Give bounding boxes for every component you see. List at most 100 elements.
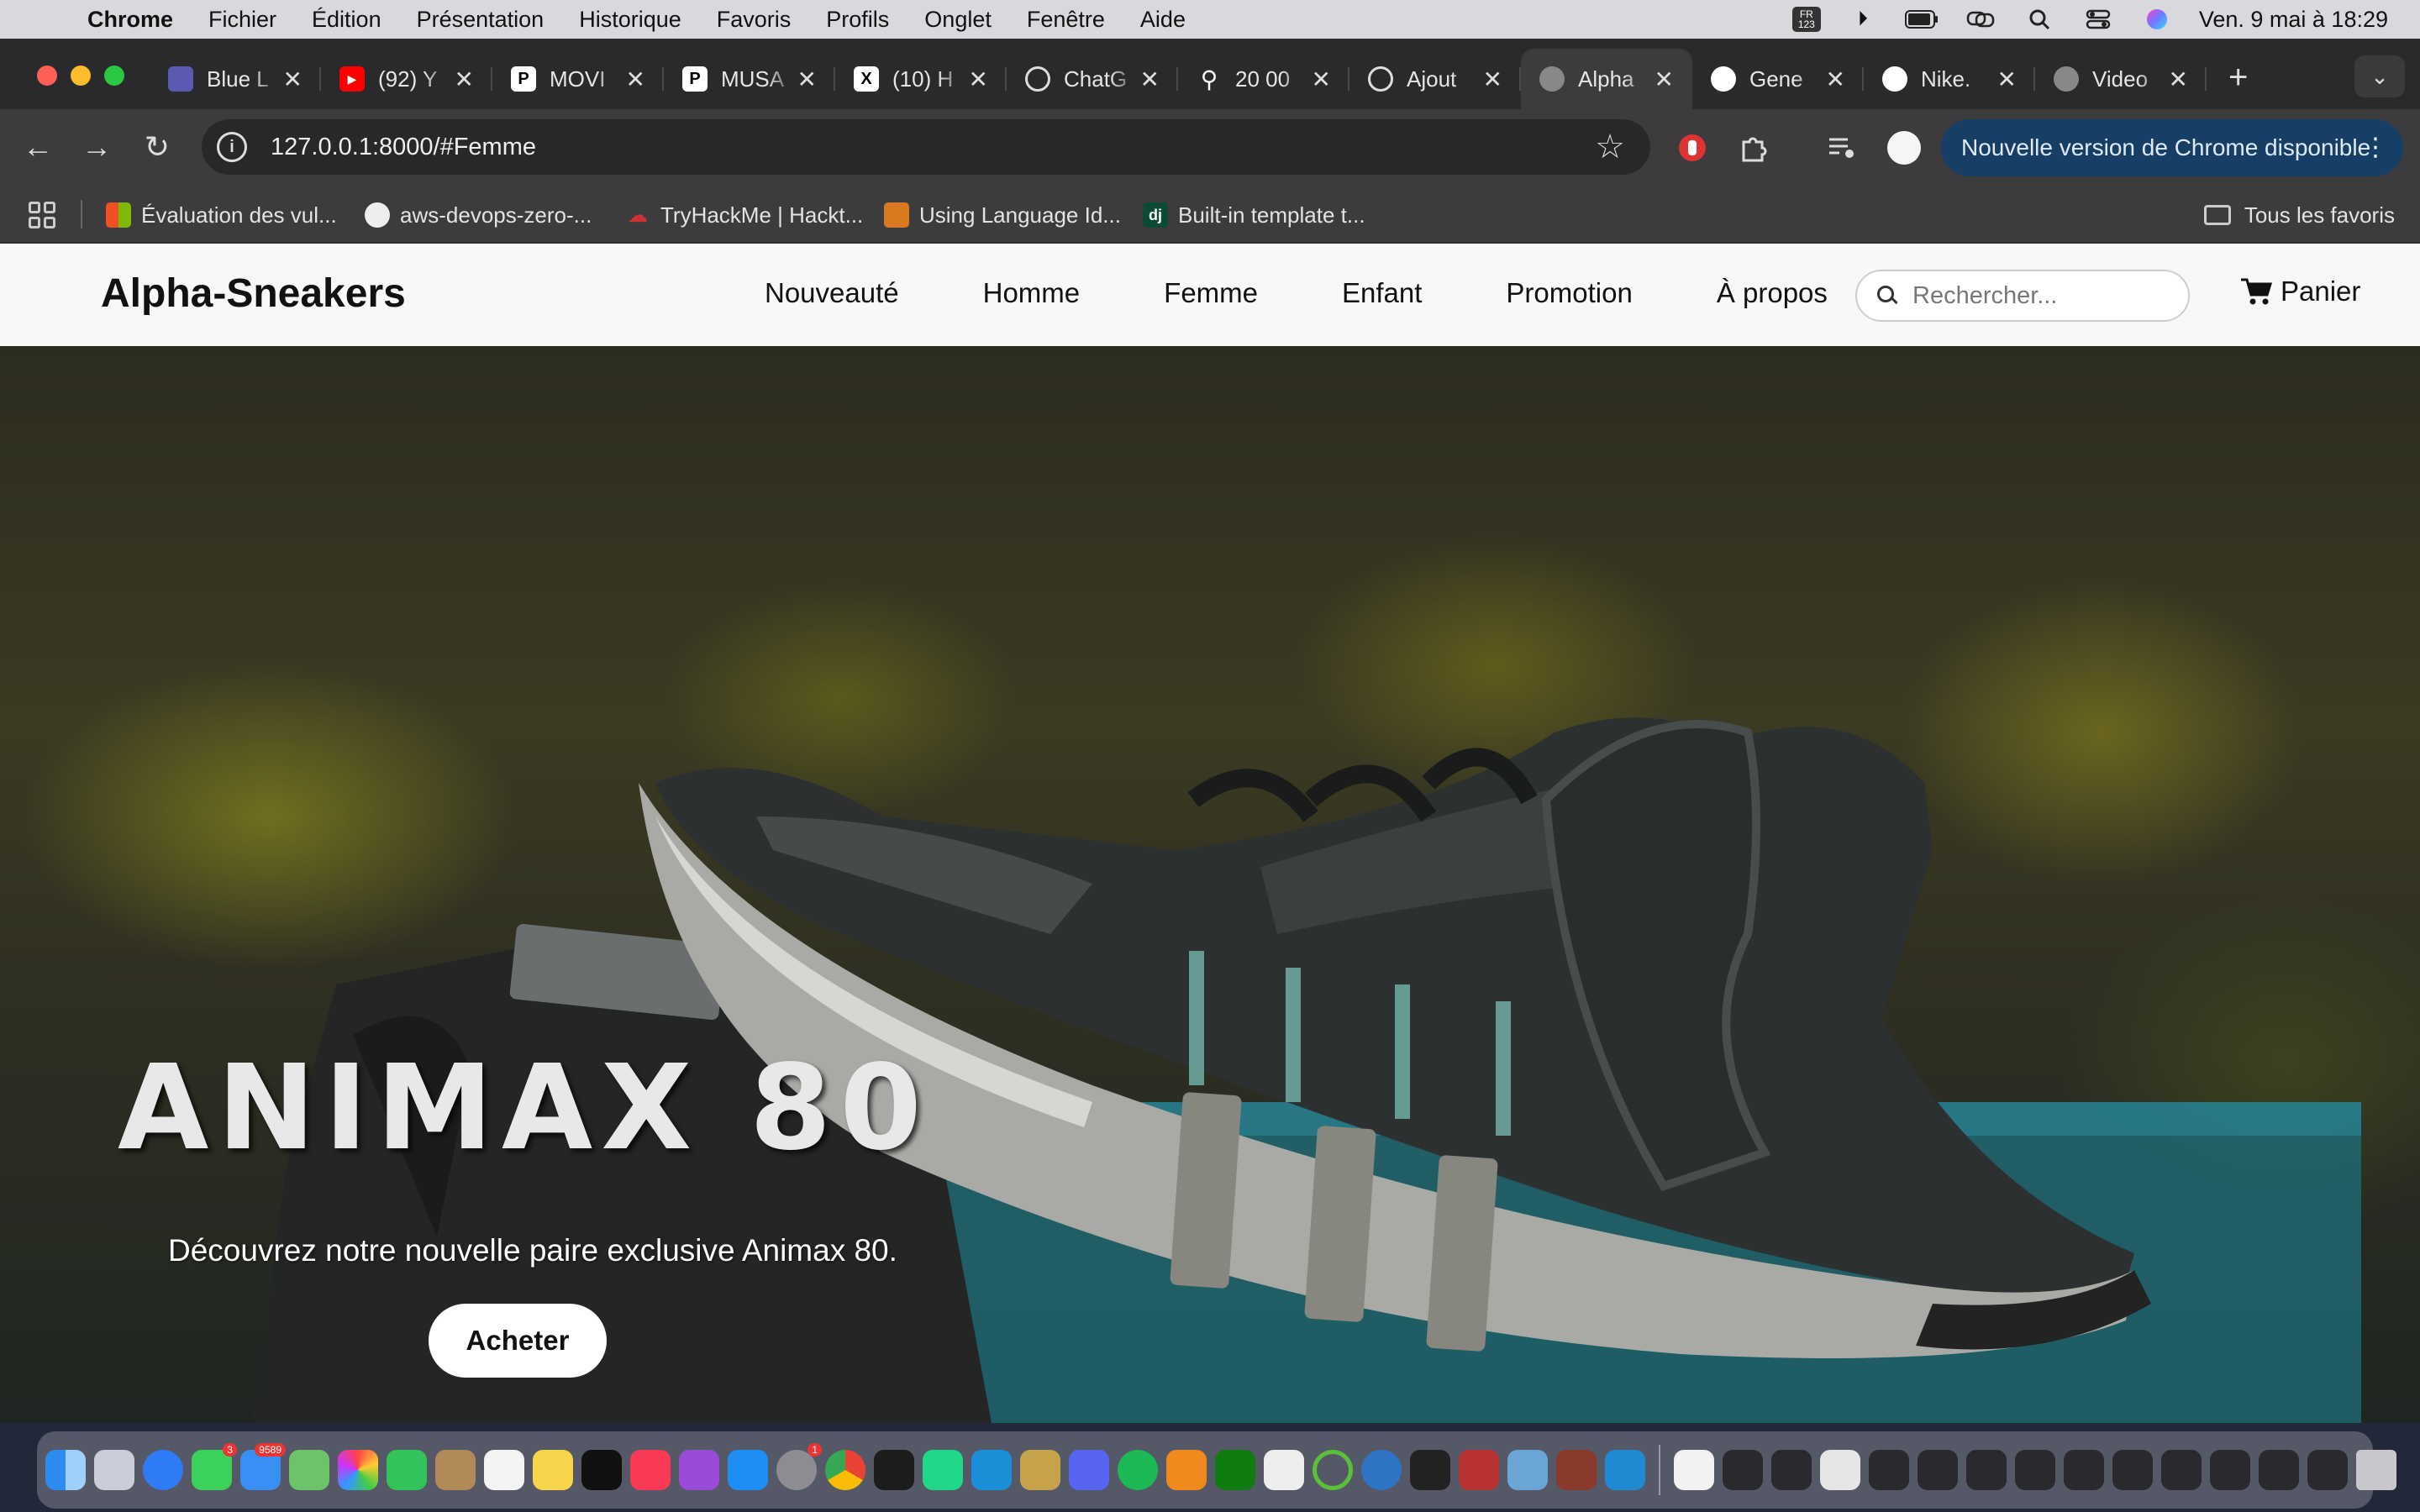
buy-button[interactable]: Acheter: [429, 1304, 607, 1378]
quicktime-icon[interactable]: [1361, 1450, 1402, 1490]
address-url[interactable]: 127.0.0.1:8000/#Femme: [271, 134, 536, 161]
chrome-icon[interactable]: [825, 1450, 865, 1490]
window-thumbnail-icon[interactable]: [1966, 1450, 2007, 1490]
window-thumbnail-icon[interactable]: [2161, 1450, 2202, 1490]
activity-ring-icon[interactable]: [1313, 1450, 1353, 1490]
window-thumbnail-icon[interactable]: [1723, 1450, 1763, 1490]
search-input[interactable]: [1912, 281, 2181, 310]
prime-video-icon[interactable]: [971, 1450, 1012, 1490]
close-icon[interactable]: ✕: [626, 66, 645, 93]
document-icon[interactable]: [1674, 1450, 1714, 1490]
league-icon[interactable]: [1020, 1450, 1060, 1490]
bookmark-item[interactable]: dj Built-in template t...: [1143, 197, 1365, 234]
siri-icon[interactable]: [2140, 7, 2174, 32]
close-icon[interactable]: ✕: [455, 66, 474, 93]
input-source-icon[interactable]: FR 123: [1791, 7, 1821, 32]
back-arrow-icon[interactable]: ←: [18, 128, 57, 166]
minimize-window-button[interactable]: [71, 66, 91, 86]
window-thumbnail-icon[interactable]: [2307, 1450, 2348, 1490]
xbox-icon[interactable]: [1215, 1450, 1255, 1490]
tab-patreon-movie[interactable]: P MOVI ✕: [492, 49, 664, 109]
podcasts-icon[interactable]: [679, 1450, 719, 1490]
maps-icon[interactable]: [289, 1450, 329, 1490]
bookmark-item[interactable]: Évaluation des vul...: [106, 197, 337, 234]
finder-icon[interactable]: [45, 1450, 86, 1490]
site-info-icon[interactable]: i: [217, 132, 247, 162]
close-window-button[interactable]: [37, 66, 57, 86]
cart-button[interactable]: Panier: [2240, 276, 2360, 307]
nav-femme[interactable]: Femme: [1164, 277, 1258, 309]
tab-chatgpt[interactable]: ChatG ✕: [1007, 49, 1178, 109]
appstore-icon[interactable]: [728, 1450, 768, 1490]
close-icon[interactable]: ✕: [969, 66, 988, 93]
play-icon[interactable]: ⏵: [1846, 7, 1880, 32]
menu-aide[interactable]: Aide: [1140, 7, 1186, 33]
nav-homme[interactable]: Homme: [983, 277, 1081, 309]
safari-icon[interactable]: [143, 1450, 183, 1490]
bookmark-item[interactable]: aws-devops-zero-...: [365, 197, 592, 234]
nav-a-propos[interactable]: À propos: [1717, 277, 1828, 309]
apps-grid-icon[interactable]: [29, 202, 55, 228]
vlc-icon[interactable]: [1166, 1450, 1207, 1490]
tab-github[interactable]: Gene ✕: [1692, 49, 1864, 109]
menu-presentation[interactable]: Présentation: [417, 7, 544, 33]
tab-blue[interactable]: Blue L ✕: [150, 49, 321, 109]
facetime-icon[interactable]: [387, 1450, 427, 1490]
preview-icon[interactable]: [1507, 1450, 1548, 1490]
menu-fichier[interactable]: Fichier: [208, 7, 276, 33]
window-thumbnail-icon[interactable]: [2210, 1450, 2250, 1490]
media-queue-icon[interactable]: [1823, 129, 1860, 166]
trash-icon[interactable]: [2356, 1450, 2396, 1490]
epic-games-icon[interactable]: [1410, 1450, 1450, 1490]
tab-alpha-active[interactable]: Alpha ✕: [1521, 49, 1692, 109]
terminal-icon[interactable]: [874, 1450, 914, 1490]
forward-arrow-icon[interactable]: →: [77, 128, 116, 166]
notes-icon[interactable]: [533, 1450, 573, 1490]
textedit-icon[interactable]: [1264, 1450, 1304, 1490]
window-thumbnail-icon[interactable]: [1869, 1450, 1909, 1490]
window-thumbnail-icon[interactable]: [1918, 1450, 1958, 1490]
reload-icon[interactable]: ↻: [138, 128, 176, 166]
extensions-puzzle-icon[interactable]: [1734, 129, 1771, 166]
close-icon[interactable]: ✕: [1140, 66, 1160, 93]
tab-nike[interactable]: Nike. ✕: [1864, 49, 2035, 109]
more-vertical-icon[interactable]: ⋮: [2363, 133, 2388, 162]
appletv-icon[interactable]: [581, 1450, 622, 1490]
spotlight-search-icon[interactable]: [2023, 7, 2056, 32]
window-thumbnail-icon[interactable]: [2015, 1450, 2055, 1490]
menu-profils[interactable]: Profils: [826, 7, 889, 33]
close-icon[interactable]: ✕: [1826, 66, 1845, 93]
system-settings-icon[interactable]: 1: [776, 1443, 822, 1490]
close-icon[interactable]: ✕: [2169, 66, 2188, 93]
menu-historique[interactable]: Historique: [579, 7, 681, 33]
close-icon[interactable]: ✕: [797, 66, 817, 93]
bookmark-item[interactable]: ☁ TryHackMe | Hackt...: [625, 197, 863, 234]
tab-openai-ajout[interactable]: Ajout ✕: [1349, 49, 1521, 109]
screen-mirroring-icon[interactable]: [1964, 7, 1997, 32]
discord-icon[interactable]: [1069, 1450, 1109, 1490]
pycharm-icon[interactable]: [923, 1450, 963, 1490]
messages-icon[interactable]: 3: [192, 1443, 237, 1490]
extension-hand-icon[interactable]: [1674, 129, 1711, 166]
control-center-icon[interactable]: [2081, 7, 2115, 32]
contacts-icon[interactable]: [435, 1450, 476, 1490]
photo-booth-icon[interactable]: [1556, 1450, 1597, 1490]
close-icon[interactable]: ✕: [1312, 66, 1331, 93]
close-icon[interactable]: ✕: [283, 66, 302, 93]
bookmark-star-icon[interactable]: ☆: [1595, 128, 1625, 166]
bookmark-item[interactable]: Using Language Id...: [884, 197, 1121, 234]
vscode-icon[interactable]: [1605, 1450, 1645, 1490]
close-icon[interactable]: ✕: [1483, 66, 1502, 93]
menu-fenetre[interactable]: Fenêtre: [1027, 7, 1105, 33]
tab-patreon-music[interactable]: P MUSA ✕: [664, 49, 835, 109]
dictionary-icon[interactable]: [1459, 1450, 1499, 1490]
site-brand-logo[interactable]: Alpha-Sneakers: [101, 270, 406, 317]
mail-icon[interactable]: 9589: [240, 1443, 286, 1490]
launchpad-icon[interactable]: [94, 1450, 134, 1490]
reminders-icon[interactable]: [484, 1450, 524, 1490]
all-bookmarks-button[interactable]: Tous les favoris: [2203, 197, 2395, 234]
music-icon[interactable]: [630, 1450, 671, 1490]
profile-avatar-icon[interactable]: [1886, 129, 1923, 166]
menu-onglet[interactable]: Onglet: [924, 7, 992, 33]
new-tab-plus-icon[interactable]: +: [2228, 59, 2248, 97]
